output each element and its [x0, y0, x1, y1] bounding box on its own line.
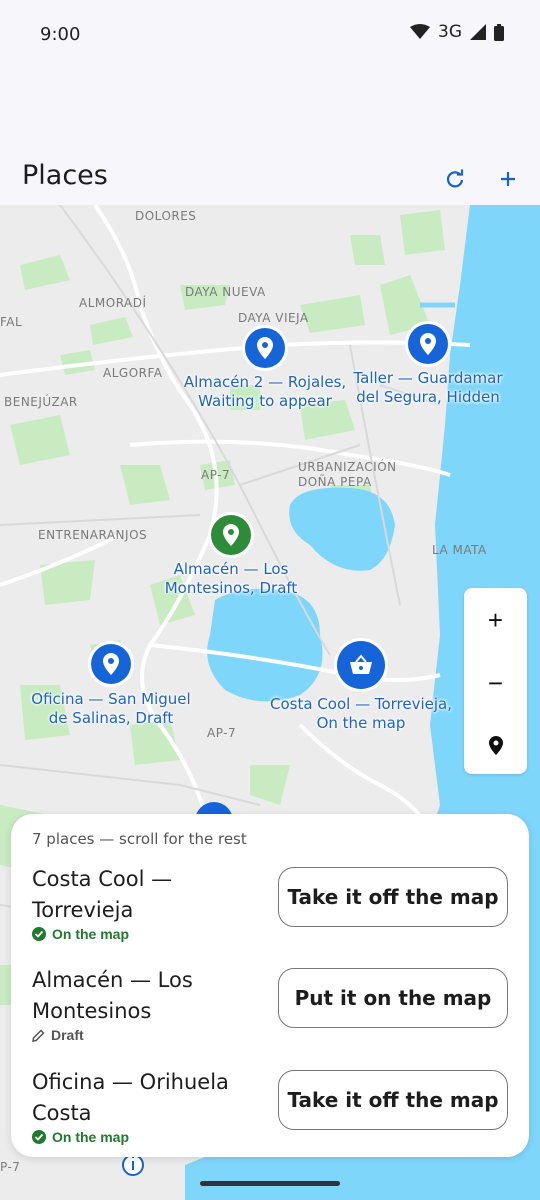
sheet-hint: 7 places — scroll for the rest [32, 830, 247, 848]
place-marker[interactable] [91, 644, 131, 684]
place-name: Oficina — Orihuela Costa [32, 1070, 229, 1125]
status-badge: On the map [32, 926, 129, 942]
network-type: 3G [438, 22, 462, 42]
shopping-basket-icon [350, 654, 372, 674]
zoom-out-button[interactable]: − [464, 653, 527, 713]
place-marker[interactable] [211, 515, 251, 555]
status-bar: 9:00 3G [0, 0, 540, 68]
area-label: DAYA NUEVA [185, 285, 266, 299]
places-sheet[interactable]: 7 places — scroll for the rest Costa Coo… [11, 814, 529, 1157]
status-badge: On the map [32, 1129, 129, 1145]
area-label: BENEJÚZAR [4, 395, 78, 409]
area-label: AP-7 [201, 468, 231, 482]
area-label: DAYA VIEJA [238, 311, 309, 325]
area-label: DOLORES [135, 209, 197, 223]
location-pin-icon [488, 735, 503, 755]
area-label: LA MATA [432, 543, 487, 557]
pencil-icon [32, 1028, 45, 1042]
place-name: Costa Cool — Torrevieja [32, 867, 173, 922]
status-time: 9:00 [40, 24, 81, 45]
place-row: Almacén — Los Montesinos Draft Put it on … [11, 965, 529, 1065]
area-label: FAL [0, 315, 23, 329]
place-marker[interactable] [408, 324, 448, 364]
battery-icon [494, 23, 504, 41]
place-row: Costa Cool — Torrevieja On the map Take i… [11, 864, 529, 964]
status-badge: Draft [32, 1027, 84, 1043]
add-icon [501, 172, 515, 186]
area-label: ALGORFA [103, 366, 163, 380]
page-title: Places [22, 160, 108, 191]
take-off-map-button[interactable]: Take it off the map [278, 1070, 508, 1130]
refresh-button[interactable] [438, 162, 472, 196]
pin-icon [223, 524, 239, 546]
place-label: Oficina — San Miguel de Salinas, Draft [31, 690, 191, 727]
take-off-map-button[interactable]: Take it off the map [278, 867, 508, 927]
status-icons: 3G [410, 22, 504, 42]
app-bar: Places [0, 150, 540, 206]
place-name: Almacén — Los Montesinos [32, 968, 193, 1023]
zoom-controls: + − [464, 588, 527, 774]
place-label: Almacén 2 — Rojales, Waiting to appear [183, 373, 347, 410]
area-label: DOÑA PEPA [298, 475, 372, 489]
signal-icon [470, 24, 486, 40]
pin-icon [420, 333, 436, 355]
check-circle-icon [32, 927, 46, 941]
gesture-nav-handle[interactable] [200, 1181, 340, 1186]
place-label: Almacén — Los Montesinos, Draft [164, 560, 298, 597]
pin-icon [103, 653, 119, 675]
add-place-button[interactable] [491, 162, 525, 196]
pin-icon [257, 337, 273, 359]
area-label: AP-7 [207, 726, 237, 740]
refresh-icon [446, 169, 464, 188]
check-circle-icon [32, 1130, 46, 1144]
put-on-map-button[interactable]: Put it on the map [278, 968, 508, 1028]
area-label: URBANIZACIÓN [298, 460, 397, 474]
area-label: ALMORADÍ [79, 296, 147, 310]
place-marker[interactable] [245, 328, 285, 368]
place-label: Taller — Guardamar del Segura, Hidden [353, 369, 503, 406]
wifi-icon [410, 24, 430, 39]
place-marker-selected[interactable] [337, 641, 385, 689]
place-row: Oficina — Orihuela Costa On the map Take … [11, 1067, 529, 1167]
place-label: Costa Cool — Torrevieja, On the map [270, 695, 452, 732]
zoom-in-button[interactable]: + [464, 590, 527, 650]
my-location-button[interactable] [464, 715, 527, 775]
area-label: ENTRENARANJOS [38, 528, 148, 542]
